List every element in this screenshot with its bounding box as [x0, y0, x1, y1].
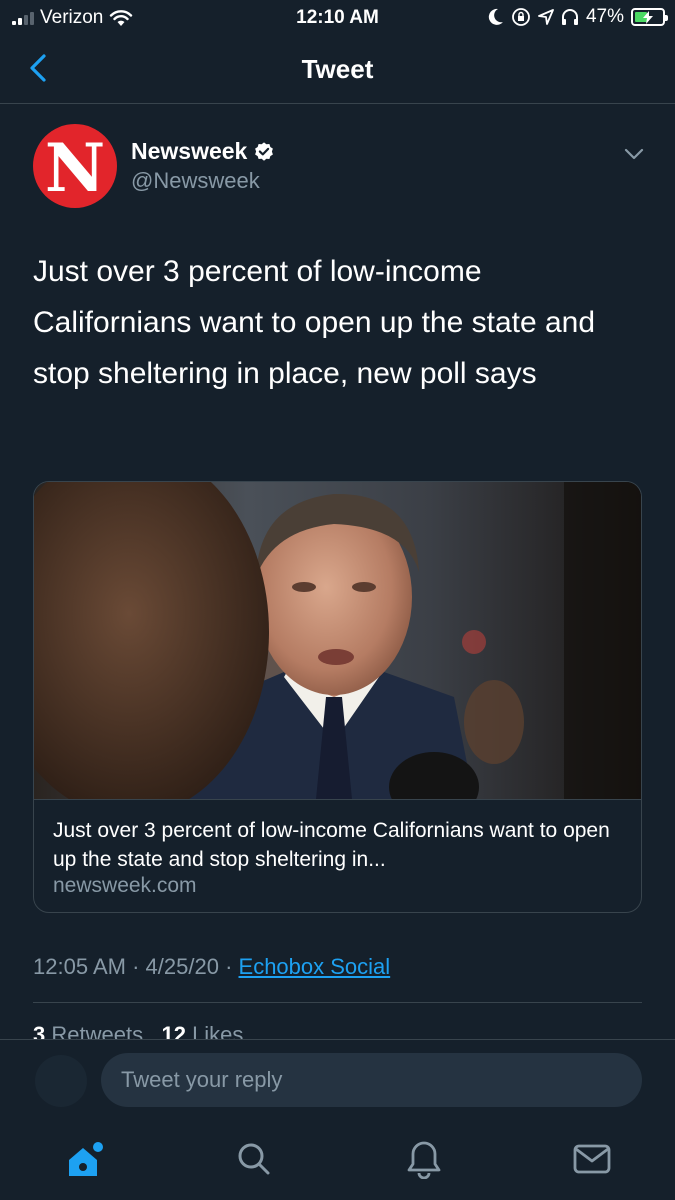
reply-bar — [0, 1039, 675, 1121]
orientation-lock-icon — [512, 8, 530, 26]
headphones-icon — [561, 9, 578, 25]
card-photo — [34, 482, 641, 799]
verified-badge-icon — [255, 141, 274, 161]
battery-icon — [631, 8, 668, 26]
tab-messages[interactable] — [568, 1135, 616, 1183]
tweet-date: 4/25/20 — [145, 954, 219, 979]
tab-search[interactable] — [230, 1135, 278, 1183]
moon-icon — [488, 8, 503, 25]
chevron-down-icon[interactable] — [620, 140, 648, 168]
author-handle[interactable]: @Newsweek — [131, 168, 260, 194]
link-card[interactable]: Just over 3 percent of low-income Califo… — [33, 481, 642, 913]
status-bar: Verizon 12:10 AM 47% — [0, 0, 675, 36]
tweet-source-link[interactable]: Echobox Social — [239, 954, 391, 979]
card-image[interactable] — [34, 482, 641, 799]
tab-notifications[interactable] — [400, 1135, 448, 1183]
avatar-letter: N — [44, 129, 106, 207]
page-title: Tweet — [301, 54, 374, 84]
battery-percent: 47% — [585, 6, 624, 27]
tweet-time: 12:05 AM — [33, 954, 126, 979]
charging-bolt-icon — [643, 11, 653, 24]
home-icon — [69, 1142, 103, 1176]
nav-bar: Tweet — [0, 36, 675, 104]
tab-bar — [0, 1121, 675, 1200]
reply-avatar — [35, 1055, 87, 1107]
status-right: 47% — [488, 6, 668, 28]
author-name[interactable]: Newsweek — [131, 138, 275, 165]
tweet-text: Just over 3 percent of low-income Califo… — [33, 255, 596, 390]
tab-home[interactable] — [61, 1135, 109, 1183]
meta-separator-2: · — [225, 954, 233, 979]
search-icon — [238, 1143, 270, 1175]
tweet-detail-screen: Verizon 12:10 AM 47% Tweet N Newsweek @N… — [0, 0, 675, 1200]
meta-separator: · — [132, 954, 140, 979]
author-name-label: Newsweek — [131, 138, 248, 164]
avatar[interactable]: N — [33, 124, 117, 208]
messages-icon — [573, 1144, 611, 1174]
divider — [33, 1002, 642, 1003]
notifications-icon — [407, 1141, 441, 1179]
card-title: Just over 3 percent of low-income Califo… — [53, 819, 610, 871]
reply-input[interactable] — [101, 1053, 642, 1107]
location-icon — [538, 9, 554, 25]
battery-nub — [665, 15, 668, 21]
tweet-meta: 12:05 AM · 4/25/20 · Echobox Social — [33, 954, 390, 980]
card-body[interactable]: Just over 3 percent of low-income Califo… — [34, 799, 641, 912]
card-domain: newsweek.com — [53, 874, 197, 897]
